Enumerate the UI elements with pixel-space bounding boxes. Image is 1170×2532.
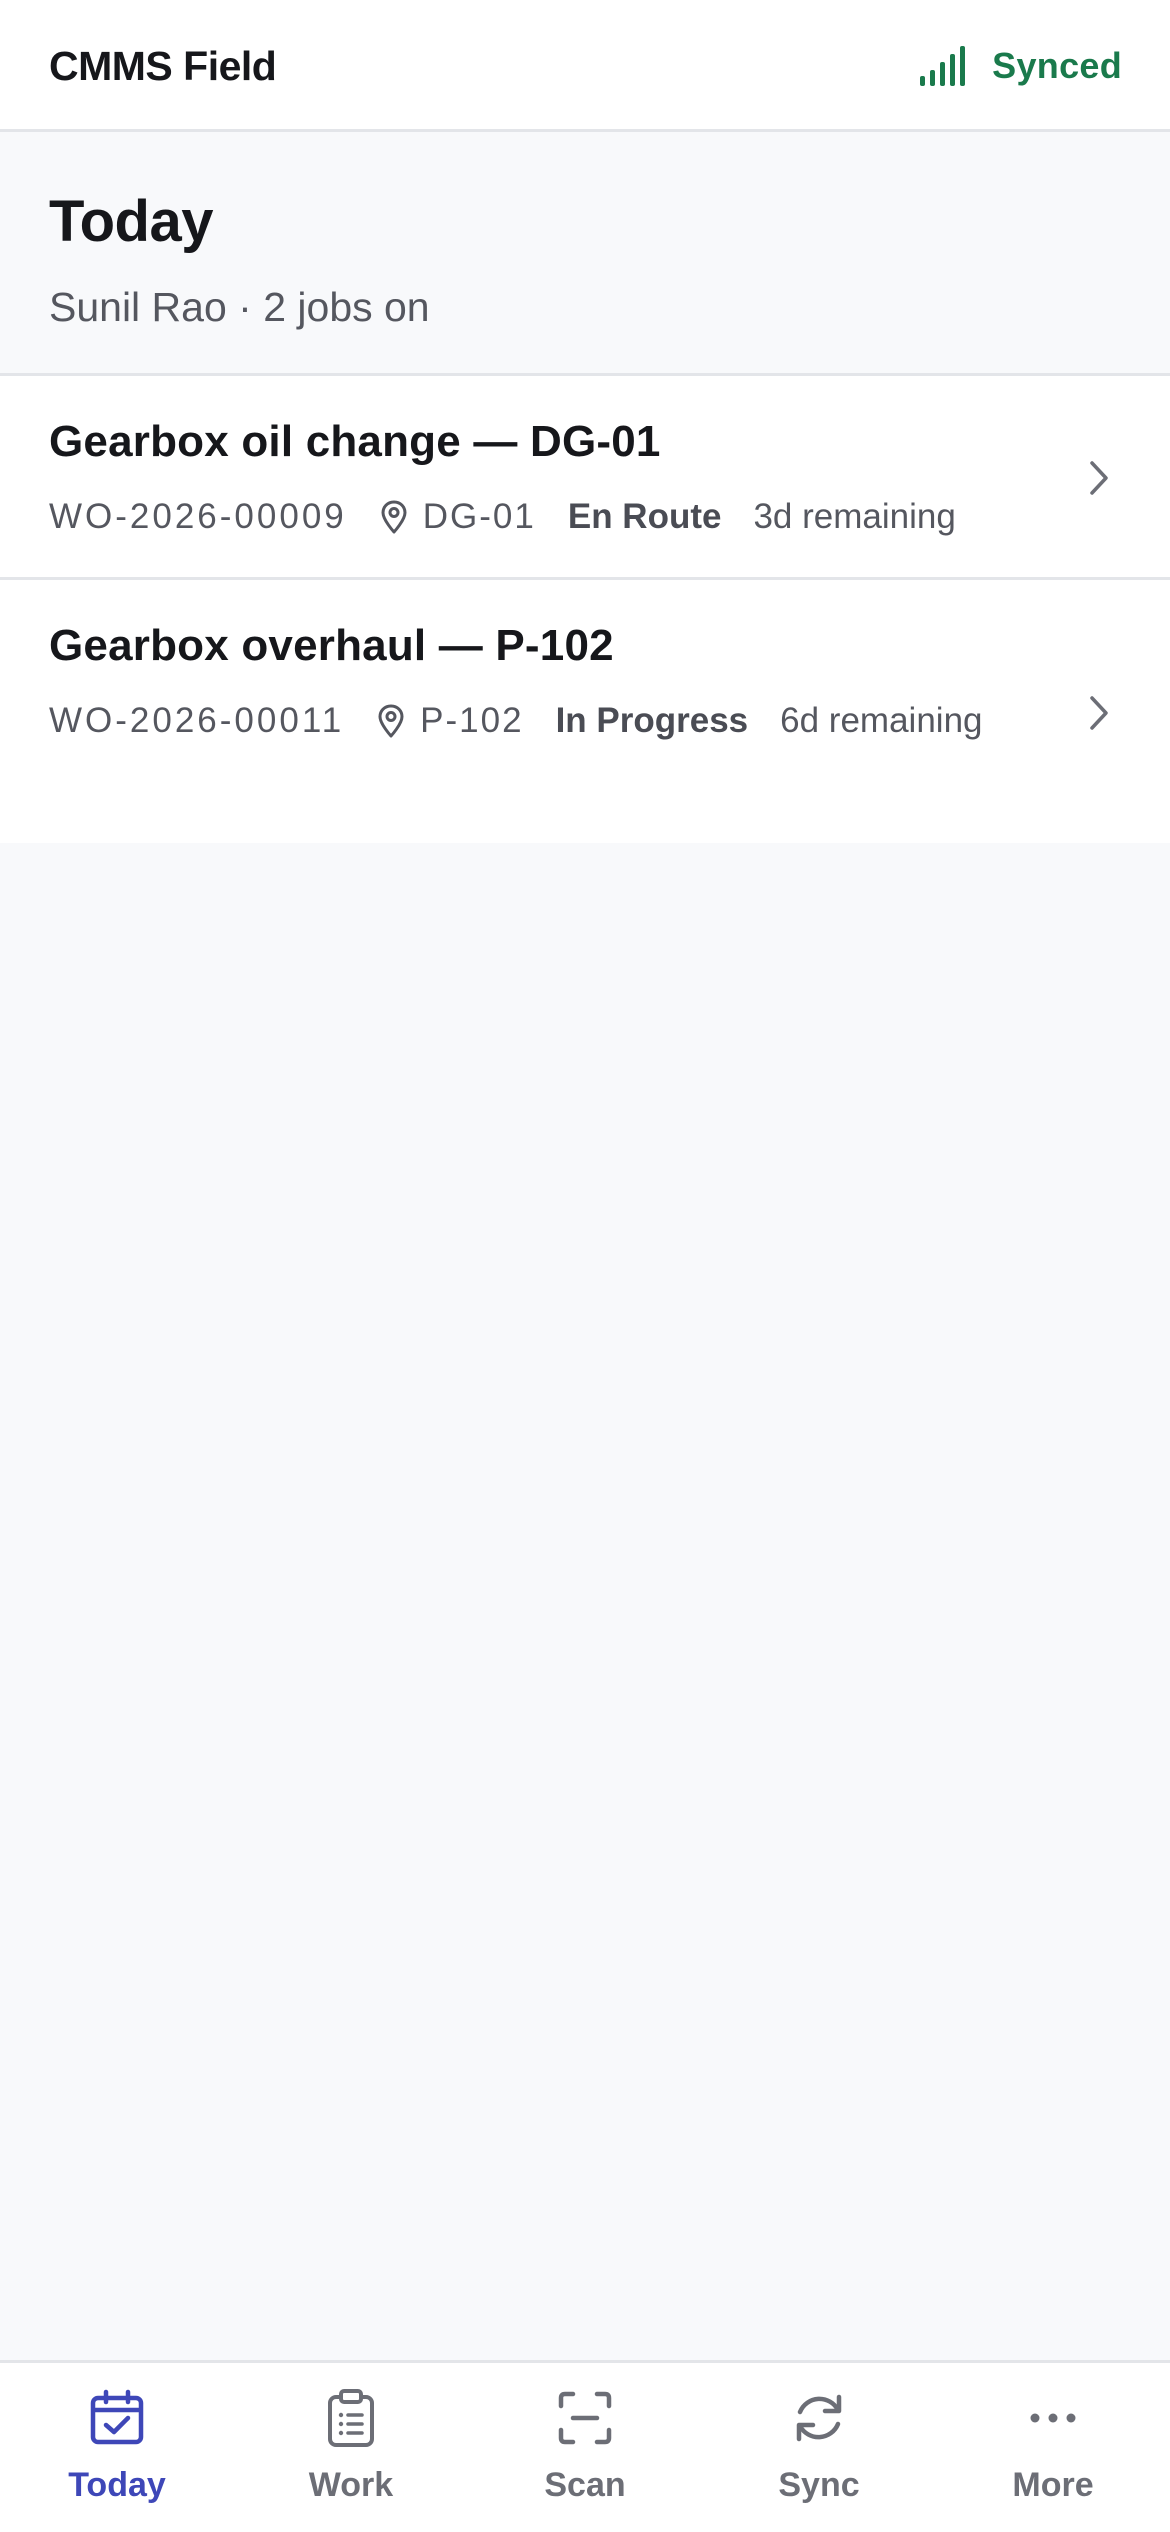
scan-icon: [558, 2391, 612, 2445]
top-app-bar: CMMS Field Synced: [0, 0, 1170, 132]
job-title: Gearbox oil change — DG-01: [49, 417, 661, 466]
job-card[interactable]: Gearbox overhaul — P-102 WO-2026-00011 P…: [0, 580, 1170, 843]
work-order-number: WO-2026-00009: [49, 497, 347, 536]
more-dots-icon: [1030, 2413, 1076, 2423]
location-pin-icon: [378, 704, 404, 738]
time-remaining: 6d remaining: [780, 701, 983, 740]
tab-more[interactable]: More: [936, 2363, 1170, 2532]
sync-status-label: Synced: [992, 45, 1122, 86]
signal-bars-icon: [920, 46, 966, 86]
job-meta: WO-2026-00009 DG-01 En Route 3d remainin…: [49, 492, 1049, 542]
asset-id: DG-01: [422, 497, 536, 536]
location-pin-icon: [381, 500, 407, 534]
asset-id: P-102: [420, 701, 524, 740]
page-subtitle: Sunil Rao · 2 jobs on: [49, 284, 430, 330]
sync-status[interactable]: Synced: [918, 38, 1122, 94]
clipboard-icon: [328, 2389, 374, 2447]
work-order-number: WO-2026-00011: [49, 701, 345, 740]
asset-tag: P-102: [376, 696, 523, 746]
job-status: In Progress: [555, 701, 749, 740]
time-remaining: 3d remaining: [753, 497, 956, 536]
tab-work[interactable]: Work: [234, 2363, 468, 2532]
tab-today[interactable]: Today: [0, 2363, 234, 2532]
asset-tag: DG-01: [379, 492, 536, 542]
tab-scan-label: Scan: [544, 2466, 626, 2504]
tab-work-label: Work: [308, 2466, 394, 2504]
job-list: Gearbox oil change — DG-01 WO-2026-00009…: [0, 376, 1170, 843]
page-title: Today: [49, 189, 214, 254]
tab-scan[interactable]: Scan: [468, 2363, 702, 2532]
tab-more-label: More: [1012, 2466, 1094, 2504]
job-status: En Route: [567, 497, 722, 536]
bottom-tab-bar: Today Work Scan Sync More: [0, 2360, 1170, 2532]
job-title: Gearbox overhaul — P-102: [49, 621, 614, 670]
app-title: CMMS Field: [49, 43, 277, 89]
refresh-icon: [796, 2394, 842, 2442]
tab-today-label: Today: [68, 2466, 166, 2504]
job-meta: WO-2026-00011 P-102 In Progress 6d remai…: [49, 696, 1049, 746]
chevron-right-icon: [1090, 461, 1108, 495]
job-card[interactable]: Gearbox oil change — DG-01 WO-2026-00009…: [0, 376, 1170, 580]
calendar-check-icon: [90, 2389, 144, 2445]
chevron-right-icon: [1090, 696, 1108, 730]
today-header: Today Sunil Rao · 2 jobs on: [0, 132, 1170, 376]
tab-sync-label: Sync: [778, 2466, 860, 2504]
tab-sync[interactable]: Sync: [702, 2363, 936, 2532]
